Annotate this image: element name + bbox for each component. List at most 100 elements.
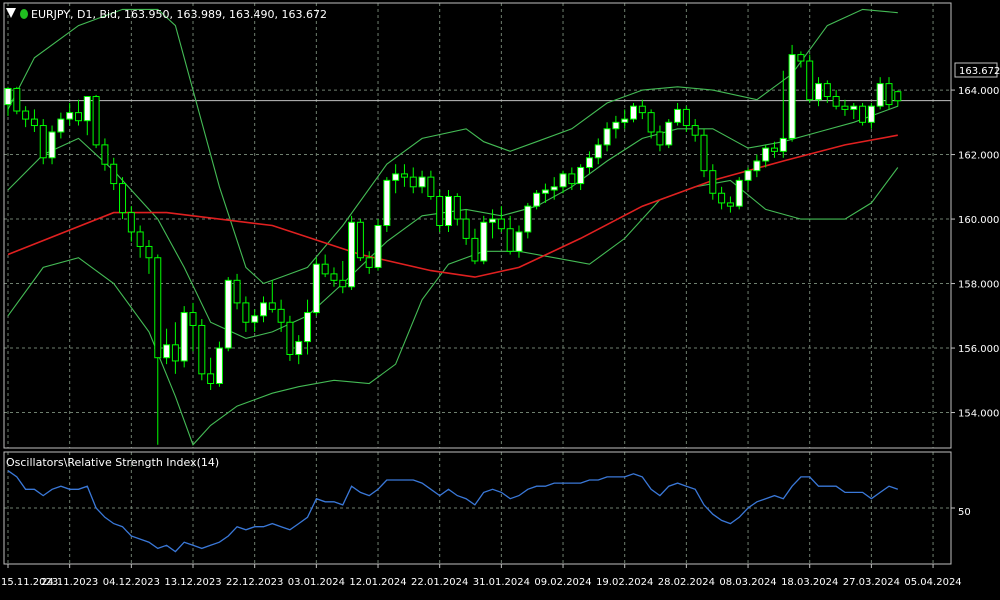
candle[interactable] (630, 102, 638, 123)
candle-body-bull[interactable] (251, 315, 259, 323)
candle-body-bear[interactable] (330, 273, 338, 281)
candle[interactable] (215, 341, 223, 387)
candle-body-bull[interactable] (735, 179, 743, 207)
candle-body-bull[interactable] (295, 341, 303, 355)
candle-body-bull[interactable] (489, 218, 497, 223)
candle-body-bull[interactable] (876, 83, 884, 107)
candle-body-bull[interactable] (850, 105, 858, 110)
candle[interactable] (312, 257, 320, 316)
candle-body-bear[interactable] (233, 279, 241, 304)
candle-body-bull[interactable] (524, 205, 532, 233)
candle[interactable] (286, 315, 294, 361)
candle-body-bull[interactable] (224, 279, 232, 349)
candle-body-bull[interactable] (867, 105, 875, 123)
candle-body-bull[interactable] (594, 144, 602, 159)
candle-body-bear[interactable] (110, 163, 118, 185)
candle[interactable] (859, 102, 867, 126)
candle[interactable] (480, 215, 488, 265)
candle-body-bear[interactable] (409, 176, 417, 188)
candle-body-bear[interactable] (365, 257, 373, 268)
candle-body-bear[interactable] (859, 105, 867, 123)
candle[interactable] (665, 119, 673, 149)
candle-body-bear[interactable] (700, 134, 708, 172)
candle-body-bull[interactable] (259, 302, 267, 317)
candle-body-bull[interactable] (312, 263, 320, 314)
candle-body-bull[interactable] (753, 160, 761, 172)
candle-body-bear[interactable] (30, 118, 38, 127)
candle-body-bull[interactable] (383, 179, 391, 226)
candle-body-bull[interactable] (374, 225, 382, 268)
candle-body-bear[interactable] (682, 108, 690, 127)
candle-body-bear[interactable] (453, 195, 461, 220)
candle-body-bear[interactable] (189, 312, 197, 326)
candle-body-bear[interactable] (127, 212, 135, 233)
candle-body-bear[interactable] (39, 125, 47, 159)
candle-body-bear[interactable] (894, 91, 902, 102)
candle-body-bear[interactable] (74, 112, 82, 122)
candle-body-bear[interactable] (797, 54, 805, 62)
candle-body-bull[interactable] (83, 96, 91, 122)
candle[interactable] (374, 219, 382, 271)
candle-body-bull[interactable] (630, 105, 638, 120)
candle-body-bear[interactable] (718, 192, 726, 204)
candle[interactable] (700, 128, 708, 178)
candle-body-bear[interactable] (691, 125, 699, 136)
candle[interactable] (806, 54, 814, 103)
candle-body-bear[interactable] (119, 183, 127, 214)
candle-body-bull[interactable] (674, 108, 682, 123)
candle-body-bear[interactable] (171, 344, 179, 362)
candle[interactable] (224, 277, 232, 352)
candle-body-bull[interactable] (779, 137, 787, 152)
candle-body-bull[interactable] (66, 112, 74, 120)
candle-body-bear[interactable] (242, 302, 250, 323)
candle[interactable] (436, 190, 444, 232)
candle-body-bear[interactable] (770, 147, 778, 152)
candle-body-bear[interactable] (207, 373, 215, 385)
candle-body-bear[interactable] (638, 105, 646, 114)
candle-body-bull[interactable] (762, 147, 770, 162)
candle-body-bull[interactable] (533, 192, 541, 207)
candle-body-bull[interactable] (621, 118, 629, 123)
candle-body-bull[interactable] (550, 186, 558, 191)
candle[interactable] (788, 44, 796, 142)
candle-body-bear[interactable] (471, 237, 479, 262)
candle-body-bull[interactable] (418, 176, 426, 188)
candle-body-bear[interactable] (436, 195, 444, 226)
candle-body-bear[interactable] (885, 83, 893, 106)
candle-body-bull[interactable] (559, 173, 567, 188)
candle-body-bull[interactable] (348, 221, 356, 288)
candle-body-bear[interactable] (13, 87, 21, 112)
candle-body-bear[interactable] (339, 279, 347, 288)
candle-body-bull[interactable] (163, 344, 171, 359)
candle-body-bear[interactable] (568, 173, 576, 185)
candle-body-bear[interactable] (806, 60, 814, 101)
candle-body-bear[interactable] (154, 257, 162, 359)
candle[interactable] (735, 177, 743, 210)
candle-body-bull[interactable] (445, 195, 452, 226)
candle[interactable] (92, 94, 100, 149)
candle-body-bear[interactable] (841, 105, 849, 110)
candle[interactable] (39, 119, 47, 165)
candle-body-bull[interactable] (665, 121, 673, 146)
candle-body-bull[interactable] (612, 121, 620, 130)
candle[interactable] (13, 86, 21, 115)
candle-body-bull[interactable] (815, 83, 823, 101)
candle-body-bull[interactable] (180, 312, 188, 362)
candle-body-bull[interactable] (603, 128, 611, 146)
candle-body-bear[interactable] (427, 176, 435, 197)
candle-body-bull[interactable] (392, 173, 400, 181)
candle-body-bull[interactable] (585, 157, 593, 168)
candle-body-bear[interactable] (92, 96, 100, 146)
candle-body-bull[interactable] (577, 166, 585, 185)
candle-body-bull[interactable] (788, 54, 796, 139)
candle-body-bear[interactable] (286, 321, 294, 355)
candle-body-bull[interactable] (4, 87, 12, 106)
candle-body-bull[interactable] (744, 170, 752, 181)
candle-body-bear[interactable] (356, 221, 364, 259)
candle-body-bull[interactable] (541, 189, 549, 194)
candle-body-bear[interactable] (22, 110, 30, 120)
candle[interactable] (356, 219, 364, 261)
candle-body-bear[interactable] (268, 302, 276, 310)
candle-body-bull[interactable] (215, 347, 223, 385)
candle-body-bear[interactable] (277, 308, 285, 323)
